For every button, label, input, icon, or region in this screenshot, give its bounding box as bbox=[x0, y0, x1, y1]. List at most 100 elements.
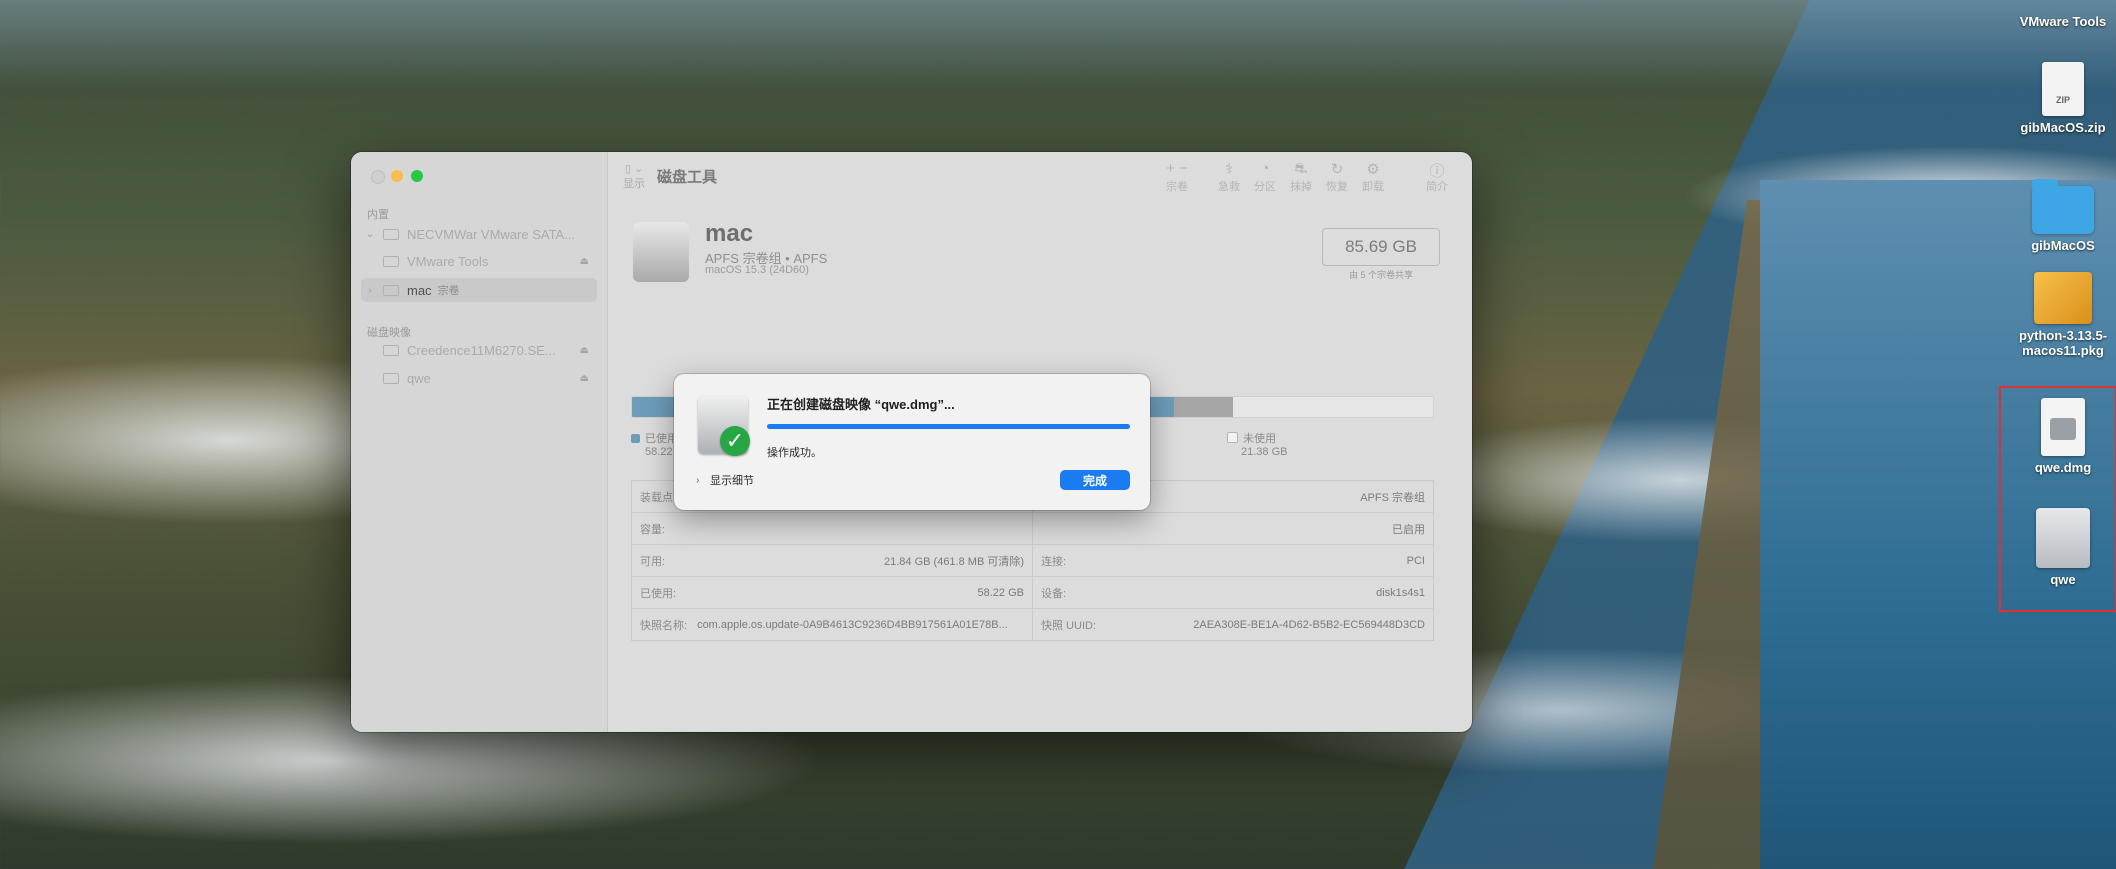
dmg-file-icon bbox=[2041, 398, 2085, 456]
desktop-icon-label: python-3.13.5-macos11.pkg bbox=[2018, 328, 2108, 358]
info-value: 21.84 GB (461.8 MB 可清除) bbox=[884, 555, 1024, 568]
volume-name: mac bbox=[705, 220, 754, 247]
info-row: 容量: 已启用 bbox=[632, 512, 1433, 544]
dialog-status: 操作成功。 bbox=[767, 447, 822, 459]
usage-bar-other bbox=[1174, 397, 1233, 417]
sidebar-item-sublabel: 宗卷 bbox=[437, 285, 460, 297]
sidebar-item-label: NECVMWar VMware SATA... bbox=[407, 226, 576, 242]
minimize-button[interactable] bbox=[391, 170, 403, 182]
window-title: 磁盘工具 bbox=[657, 169, 718, 186]
eject-icon[interactable]: ⏏ bbox=[580, 373, 589, 384]
desktop-icon-gibmacos-folder[interactable]: gibMacOS bbox=[2008, 179, 2116, 253]
volume-button[interactable]: + − 宗卷 bbox=[1155, 160, 1199, 194]
info-icon: ⓘ bbox=[1429, 163, 1445, 180]
dialog-title: 正在创建磁盘映像 “qwe.dmg”... bbox=[767, 397, 955, 412]
sidebar-item-qwe[interactable]: qwe ⏏ bbox=[361, 366, 597, 390]
info-row: 已使用: 58.22 GB 设备: disk1s4s1 bbox=[632, 576, 1433, 608]
create-image-dialog: ✓ 正在创建磁盘映像 “qwe.dmg”... 操作成功。 › 显示细节 完成 bbox=[674, 374, 1150, 510]
maximize-button[interactable] bbox=[411, 170, 423, 182]
info-value: com.apple.os.update-0A9B4613C9236D4BB917… bbox=[697, 618, 1008, 631]
unmount-button[interactable]: ⚙ 卸载 bbox=[1351, 160, 1395, 194]
chevron-right-icon: › bbox=[696, 474, 700, 486]
toolbar-button-label: 恢复 bbox=[1326, 181, 1348, 193]
toolbar-button-label: 宗卷 bbox=[1166, 181, 1188, 193]
toolbar: ▯ ⌄ 显示 磁盘工具 + − 宗卷 ⚕ 急救 ◔ 分区 ⛐ 抹掉 ↻ 恢复 ⚙… bbox=[607, 152, 1472, 204]
chevron-right-icon[interactable]: › bbox=[361, 285, 379, 296]
chevron-down-icon[interactable]: ⌄ bbox=[361, 229, 379, 240]
info-button[interactable]: ⓘ 简介 bbox=[1415, 160, 1459, 194]
info-label: 可用: bbox=[640, 555, 666, 568]
toolbar-button-label: 急救 bbox=[1218, 181, 1240, 193]
info-label: 容量: bbox=[640, 523, 666, 536]
plus-minus-icon: + − bbox=[1166, 160, 1188, 177]
disk-icon bbox=[383, 372, 399, 384]
capacity-box: 85.69 GB bbox=[1322, 228, 1440, 266]
legend-swatch bbox=[1227, 432, 1238, 443]
desktop-icon-qwe-dmg[interactable]: qwe.dmg bbox=[2008, 398, 2116, 475]
desktop-icon-python-pkg[interactable]: python-3.13.5-macos11.pkg bbox=[2008, 272, 2116, 358]
info-value: 58.22 GB bbox=[977, 586, 1024, 599]
checkmark-icon: ✓ bbox=[720, 426, 750, 456]
toolbar-button-label: 抹掉 bbox=[1290, 181, 1312, 193]
info-value: disk1s4s1 bbox=[1376, 586, 1425, 599]
disk-icon bbox=[383, 228, 399, 240]
sidebar: 内置 ⌄ NECVMWar VMware SATA... VMware Tool… bbox=[351, 152, 608, 732]
eject-icon[interactable]: ⏏ bbox=[580, 256, 589, 267]
toolbar-button-label: 简介 bbox=[1426, 181, 1448, 193]
disk-icon bbox=[383, 255, 399, 267]
desktop-icon-qwe-volume[interactable]: qwe bbox=[2008, 508, 2116, 587]
volume-disk-icon bbox=[633, 222, 689, 282]
package-icon bbox=[2034, 272, 2092, 324]
volume-stack-icon bbox=[383, 284, 399, 296]
sidebar-item-vmware-tools[interactable]: VMware Tools ⏏ bbox=[361, 249, 597, 273]
view-label: 显示 bbox=[623, 178, 645, 190]
progress-bar bbox=[767, 424, 1130, 429]
disk-icon bbox=[383, 344, 399, 356]
sidebar-item-mac[interactable]: › mac 宗卷 bbox=[361, 278, 597, 302]
view-button[interactable]: ▯ ⌄ 显示 bbox=[623, 162, 645, 191]
info-label: 已使用: bbox=[640, 587, 677, 600]
desktop-icon-label: qwe bbox=[2050, 572, 2076, 587]
info-row: 快照名称: com.apple.os.update-0A9B4613C9236D4… bbox=[632, 608, 1433, 640]
info-label: 快照 UUID: bbox=[1041, 619, 1096, 632]
done-button[interactable]: 完成 bbox=[1060, 470, 1130, 490]
progress-bar-fill bbox=[767, 424, 1130, 429]
wallpaper-sky bbox=[0, 0, 2116, 90]
desktop-icon-vmware-tools[interactable]: VMware Tools bbox=[2008, 14, 2116, 29]
unmount-icon: ⚙ bbox=[1366, 161, 1380, 178]
info-row: 可用: 21.84 GB (461.8 MB 可清除) 连接: PCI bbox=[632, 544, 1433, 576]
show-details-toggle[interactable]: › 显示细节 bbox=[696, 472, 754, 488]
legend-swatch bbox=[631, 434, 640, 443]
show-details-label: 显示细节 bbox=[710, 475, 754, 487]
toolbar-button-label: 卸载 bbox=[1362, 181, 1384, 193]
info-value: 已启用 bbox=[1392, 523, 1425, 536]
legend-value: 21.38 GB bbox=[1241, 446, 1288, 458]
eject-icon[interactable]: ⏏ bbox=[580, 345, 589, 356]
desktop-icon-label: qwe.dmg bbox=[2034, 460, 2092, 475]
sidebar-section-internal: 内置 bbox=[367, 209, 389, 221]
sidebar-item-label: qwe bbox=[407, 370, 431, 386]
info-value: 2AEA308E-BE1A-4D62-B5B2-EC569448D3CD bbox=[1193, 618, 1425, 631]
sidebar-toggle-icon: ▯ ⌄ bbox=[624, 163, 644, 175]
legend-free: 未使用 21.38 GB bbox=[1227, 430, 1287, 458]
folder-icon bbox=[2032, 179, 2094, 234]
legend-label: 未使用 bbox=[1243, 433, 1276, 445]
sidebar-item-label: mac bbox=[407, 282, 432, 298]
info-label: 连接: bbox=[1041, 555, 1067, 568]
mounted-disk-icon bbox=[2036, 508, 2090, 568]
info-value: APFS 宗卷组 bbox=[1360, 491, 1425, 504]
capacity-note: 由 5 个宗卷共享 bbox=[1348, 270, 1413, 280]
info-label: 快照名称: bbox=[640, 619, 688, 632]
zip-file-icon: ZIP bbox=[2042, 62, 2084, 116]
dialog-disk-icon: ✓ bbox=[696, 396, 750, 456]
sidebar-item-label: VMware Tools bbox=[407, 253, 489, 269]
desktop-icon-gibmacos-zip[interactable]: ZIP gibMacOS.zip bbox=[2008, 62, 2116, 135]
toolbar-button-label: 分区 bbox=[1254, 181, 1276, 193]
info-value: PCI bbox=[1406, 554, 1425, 567]
zip-badge: ZIP bbox=[2055, 95, 2070, 105]
close-button[interactable] bbox=[371, 170, 385, 184]
desktop-icon-label: gibMacOS bbox=[2031, 238, 2095, 253]
sidebar-item-creedence[interactable]: Creedence11M6270.SE... ⏏ bbox=[361, 338, 597, 362]
volume-os-version: macOS 15.3 (24D60) bbox=[705, 264, 809, 276]
sidebar-item-necvmwar[interactable]: ⌄ NECVMWar VMware SATA... bbox=[361, 222, 597, 246]
